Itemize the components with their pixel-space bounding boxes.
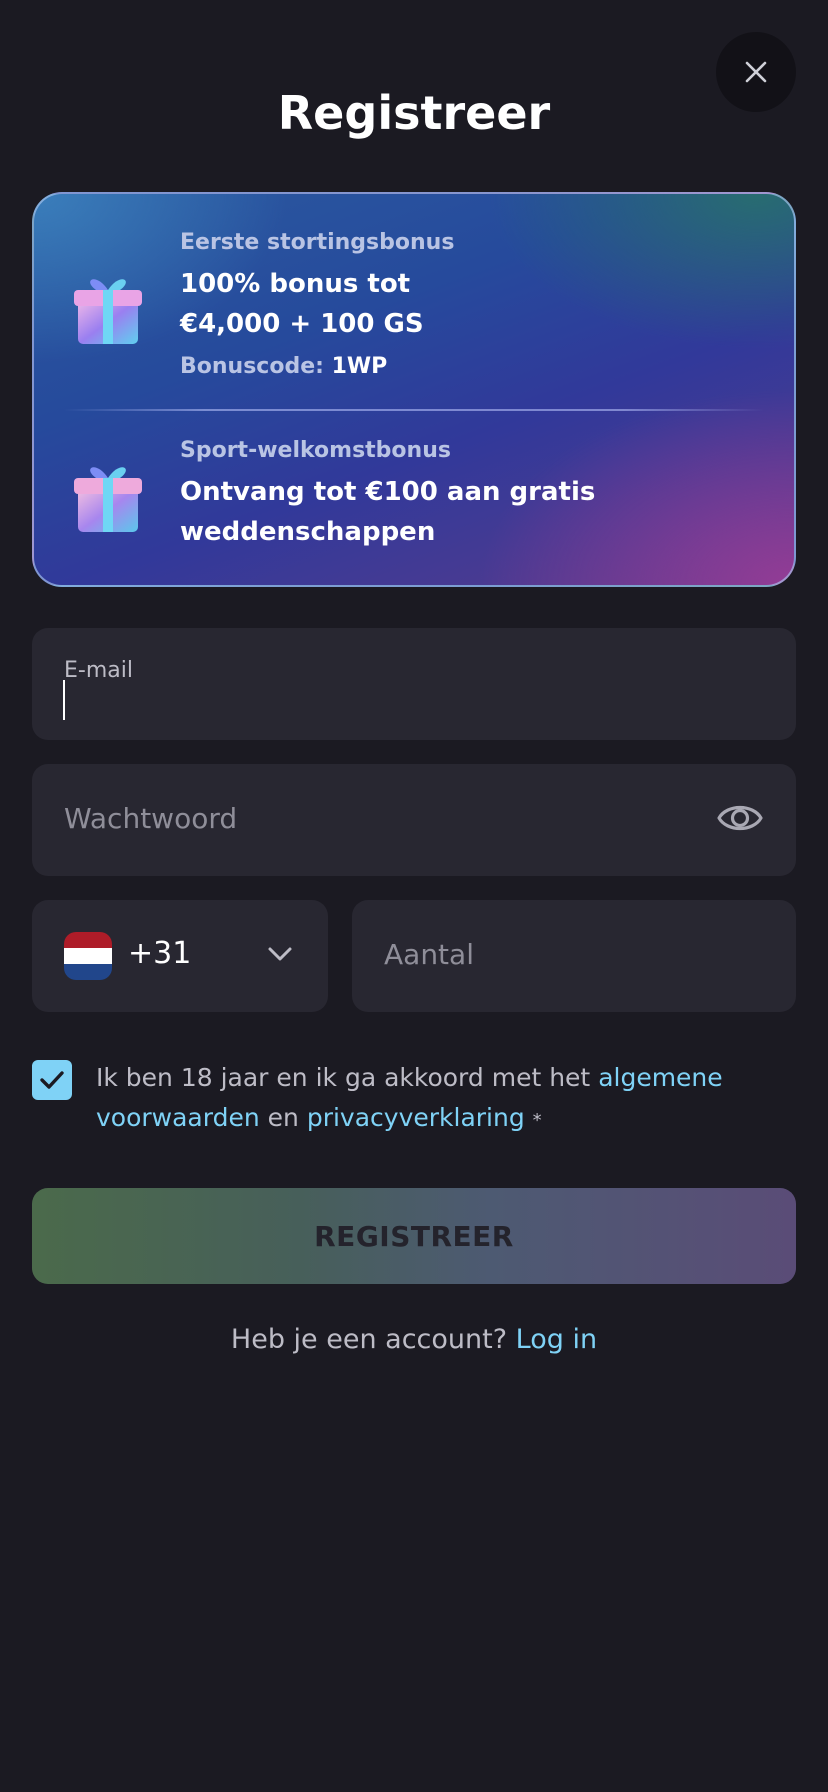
login-link[interactable]: Log in — [516, 1324, 597, 1355]
gift-icon — [74, 467, 142, 532]
login-prompt: Heb je een account? Log in — [0, 1324, 828, 1355]
bonus-card: Eerste stortingsbonus 100% bonus tot €4,… — [32, 192, 796, 587]
bonus-headline: 100% bonus tot €4,000 + 100 GS — [180, 264, 740, 344]
email-field[interactable]: E-mail — [32, 628, 796, 740]
phone-placeholder: Aantal — [384, 938, 474, 971]
page-title: Registreer — [277, 86, 551, 140]
login-question: Heb je een account? — [230, 1324, 508, 1355]
password-placeholder: Wachtwoord — [64, 802, 238, 835]
bonus-divider — [64, 409, 764, 411]
terms-text-middle: en — [267, 1103, 299, 1132]
bonus-code-label: Bonuscode: — [180, 354, 324, 379]
netherlands-flag-icon — [64, 932, 112, 980]
bonus-headline: Ontvang tot €100 aan gratis weddenschapp… — [180, 472, 740, 552]
gift-icon — [74, 279, 142, 344]
bonus-subtitle: Eerste stortingsbonus — [180, 230, 455, 255]
bonus-code-value: 1WP — [331, 354, 388, 379]
text-cursor — [63, 680, 65, 720]
bonus-headline-line: Ontvang tot €100 aan gratis — [180, 477, 596, 507]
password-field[interactable]: Wachtwoord — [32, 764, 796, 876]
bonus-headline-line: €4,000 + 100 GS — [180, 309, 424, 339]
terms-text: Ik ben 18 jaar en ik ga akkoord met het … — [96, 1058, 796, 1141]
eye-icon[interactable] — [716, 798, 764, 838]
terms-text-before: Ik ben 18 jaar en ik ga akkoord met het — [96, 1063, 591, 1092]
country-code-value: +31 — [128, 936, 192, 971]
chevron-down-icon — [268, 947, 292, 961]
bonus-subtitle: Sport-welkomstbonus — [180, 438, 451, 463]
bonus-headline-line: weddenschappen — [180, 517, 436, 547]
check-icon — [40, 1071, 64, 1089]
bonus-headline-line: 100% bonus tot — [180, 269, 411, 299]
register-button[interactable]: REGISTREER — [32, 1188, 796, 1284]
bonus-code: Bonuscode: 1WP — [180, 354, 387, 379]
terms-checkbox[interactable] — [32, 1060, 72, 1100]
privacy-link[interactable]: privacyverklaring — [307, 1103, 525, 1132]
phone-number-field[interactable]: Aantal — [352, 900, 796, 1012]
email-label: E-mail — [64, 658, 133, 683]
required-asterisk: * — [532, 1110, 542, 1131]
